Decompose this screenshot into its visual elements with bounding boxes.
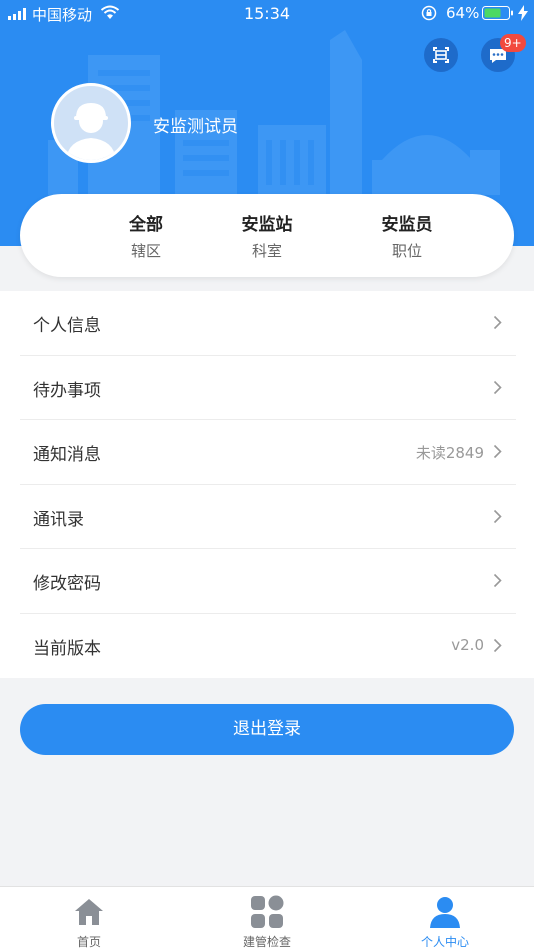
district-label: 辖区 (130, 242, 161, 260)
position-label: 职位 (391, 242, 422, 260)
chevron-right-icon (493, 638, 502, 652)
menu-item-label: 当前版本 (33, 638, 101, 659)
grid-icon (251, 895, 284, 928)
user-icon (430, 897, 460, 928)
battery-icon (482, 6, 513, 20)
department-label: 科室 (251, 242, 282, 260)
logout-button[interactable]: 退出登录 (20, 704, 514, 755)
tab-label: 首页 (76, 935, 101, 949)
user-info-card: 全部 辖区 安监站 科室 安监员 职位 (20, 194, 514, 277)
menu-item-notifications[interactable]: 通知消息 未读2849 (20, 420, 516, 485)
status-bar: 中国移动 15:34 64% (0, 0, 534, 28)
battery-percent: 64% (446, 4, 480, 22)
info-department: 安监站 科室 (207, 210, 327, 261)
menu-item-change-password[interactable]: 修改密码 (20, 549, 516, 614)
version-value: v2.0 (451, 635, 484, 654)
settings-menu: 个人信息 待办事项 通知消息 未读2849 通讯录 修改密码 当前版本 v2.0 (0, 291, 534, 678)
username: 安监测试员 (153, 117, 238, 137)
info-position: 安监员 职位 (347, 210, 467, 261)
chevron-right-icon (493, 444, 502, 459)
menu-item-label: 通知消息 (33, 445, 101, 465)
chevron-right-icon (493, 573, 502, 588)
district-value: 全部 (129, 215, 163, 235)
message-badge: 9+ (500, 34, 526, 52)
info-district: 全部 辖区 (86, 210, 206, 261)
tab-label: 个人中心 (420, 935, 469, 949)
menu-item-label: 待办事项 (33, 380, 101, 401)
tab-construction-inspection[interactable]: 建管检查 (178, 887, 356, 950)
charging-icon (518, 5, 528, 21)
menu-item-version[interactable]: 当前版本 v2.0 (20, 614, 516, 679)
tab-bar: 首页 建管检查 个人中心 (0, 886, 534, 950)
scan-button[interactable] (424, 38, 458, 72)
position-value: 安监员 (381, 215, 433, 235)
worker-avatar-icon (66, 103, 116, 160)
menu-item-contacts[interactable]: 通讯录 (20, 485, 516, 549)
chevron-right-icon (493, 315, 502, 330)
rotation-lock-icon (421, 5, 437, 21)
menu-item-label: 个人信息 (33, 316, 101, 336)
tab-personal-center[interactable]: 个人中心 (356, 887, 534, 950)
chevron-right-icon (493, 380, 502, 394)
tab-label: 建管检查 (242, 935, 291, 949)
menu-item-label: 修改密码 (33, 574, 101, 594)
tab-home[interactable]: 首页 (0, 887, 178, 950)
menu-item-label: 通讯录 (33, 509, 84, 530)
department-value: 安监站 (241, 215, 293, 235)
unread-count: 未读2849 (415, 444, 484, 462)
scan-icon (433, 47, 449, 63)
menu-item-personal-info[interactable]: 个人信息 (20, 291, 516, 356)
avatar[interactable] (51, 83, 131, 163)
menu-item-todo[interactable]: 待办事项 (20, 356, 516, 420)
chevron-right-icon (493, 509, 502, 523)
home-icon (75, 899, 103, 925)
